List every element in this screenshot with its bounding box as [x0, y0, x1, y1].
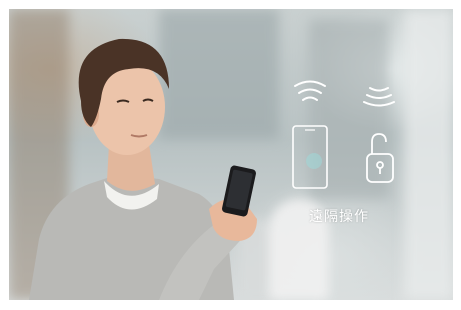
- remote-operation-caption: 遠隔操作: [309, 209, 369, 225]
- smartphone-icon: [292, 125, 328, 189]
- unlocked-padlock-icon: [366, 133, 394, 183]
- wifi-signal-icon: [294, 80, 326, 101]
- photo-frame: 遠隔操作: [9, 9, 453, 300]
- remote-control-overlay: [292, 80, 395, 189]
- wifi-signal-icon: [363, 87, 395, 107]
